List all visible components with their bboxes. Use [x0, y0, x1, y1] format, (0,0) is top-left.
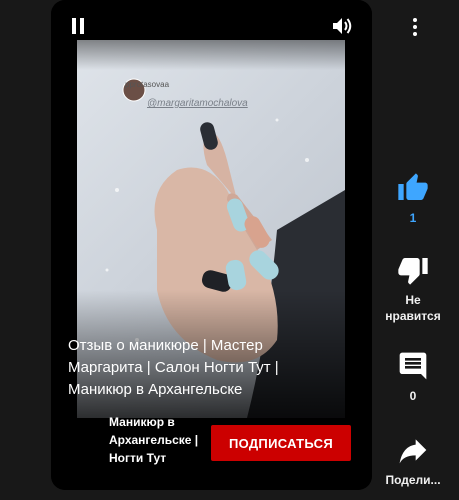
overlay-username: pprotasovaa [125, 80, 170, 89]
volume-icon[interactable] [331, 16, 353, 36]
top-gradient [51, 0, 372, 70]
like-count: 1 [409, 211, 417, 225]
subscribe-button[interactable]: ПОДПИСАТЬСЯ [211, 425, 351, 461]
dislike-button[interactable]: Не нравится [378, 254, 448, 324]
share-button[interactable]: Подели... [378, 434, 448, 488]
pause-icon[interactable] [71, 18, 85, 34]
more-vert-icon[interactable] [412, 18, 418, 36]
comment-icon[interactable] [397, 350, 429, 382]
share-label: Подели... [385, 473, 441, 487]
channel-name[interactable]: Маникюр в Архангельске | Ногти Тут [109, 413, 209, 467]
overlay-handle: @margaritamochalova [147, 98, 248, 109]
shorts-player[interactable]: pprotasovaa @margaritamochalova Отзыв о … [51, 0, 372, 490]
comment-button[interactable]: 0 [378, 350, 448, 404]
video-title[interactable]: Отзыв о маникюре | Мастер Маргарита | Са… [68, 335, 318, 401]
thumb-up-icon[interactable] [397, 172, 429, 204]
thumb-down-icon[interactable] [397, 254, 429, 286]
comment-count: 0 [409, 389, 417, 403]
like-button[interactable]: 1 [378, 172, 448, 226]
dislike-label: Не нравится [385, 293, 441, 323]
share-icon[interactable] [397, 434, 429, 466]
